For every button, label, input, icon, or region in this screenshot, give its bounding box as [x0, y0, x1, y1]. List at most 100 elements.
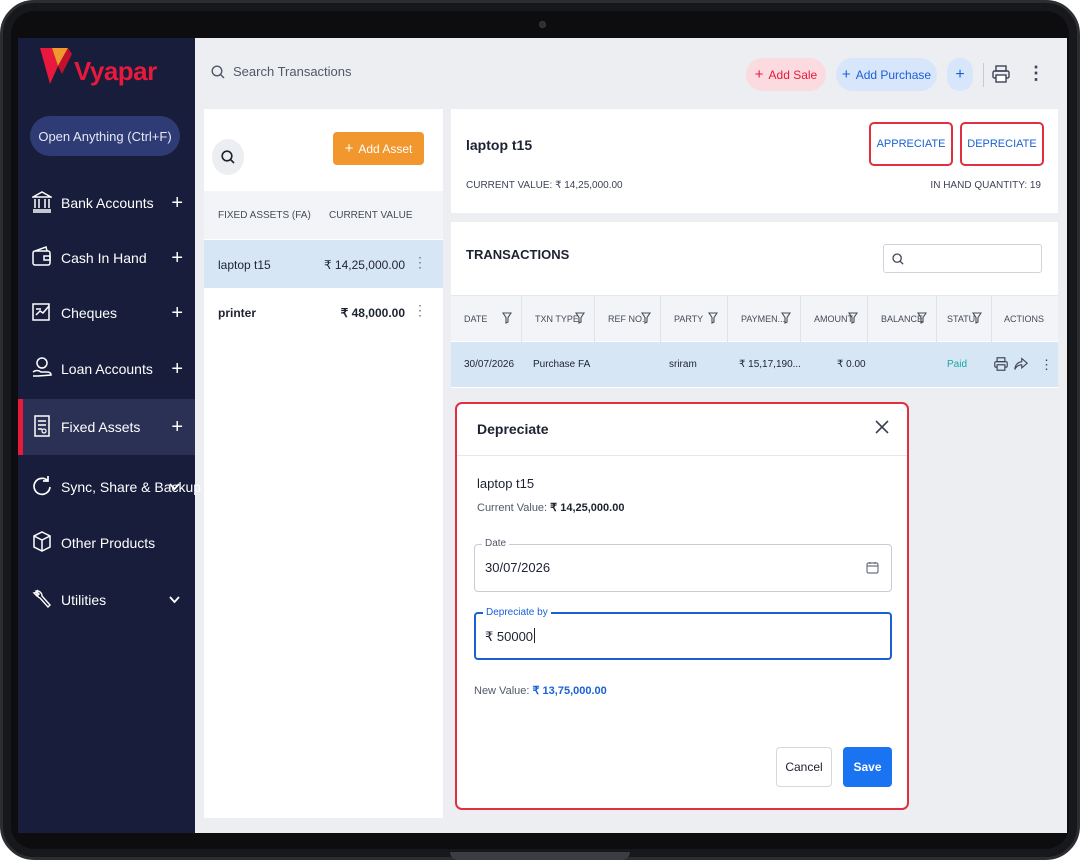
add-asset-label: Add Asset — [358, 141, 413, 156]
search-icon — [211, 64, 225, 78]
plus-icon: + — [754, 66, 764, 83]
current-value-text: CURRENT VALUE: ₹ 14,25,000.00 — [466, 180, 623, 191]
depreciate-by-value: ₹ 50000 — [485, 629, 534, 644]
add-purchase-label: Add Purchase — [855, 67, 932, 82]
date-label: Date — [482, 538, 510, 549]
sidebar-item-label: Bank Accounts — [61, 195, 154, 211]
search-transactions[interactable]: Search Transactions — [211, 64, 352, 79]
search-icon — [221, 150, 235, 164]
add-purchase-button[interactable]: + Add Purchase — [836, 58, 937, 91]
table-row[interactable]: 30/07/2026 Purchase FA sriram ₹ 15,17,19… — [451, 342, 1058, 387]
row-menu-icon[interactable]: ⋮ — [1040, 342, 1053, 387]
chevron-down-icon[interactable] — [169, 483, 180, 491]
current-value-amount: ₹ 14,25,000.00 — [550, 502, 625, 514]
close-icon[interactable] — [873, 418, 891, 436]
sidebar-item-sync-share-backup[interactable]: Sync, Share & Backup — [18, 459, 201, 515]
filter-icon[interactable] — [641, 312, 651, 324]
cell-date: 30/07/2026 — [464, 359, 515, 370]
sidebar-item-label: Loan Accounts — [61, 361, 153, 377]
more-options-icon[interactable]: ⋮ — [1027, 64, 1045, 82]
column-header-payment[interactable]: PAYMEN... — [728, 296, 801, 342]
sidebar-item-label: Utilities — [61, 592, 107, 608]
sidebar-item-label: Cheques — [61, 305, 118, 321]
top-bar: Search Transactions + Add Sale + Add Pur… — [195, 38, 1067, 110]
share-icon[interactable] — [1014, 357, 1028, 371]
filter-icon[interactable] — [502, 312, 512, 324]
print-icon[interactable] — [992, 65, 1010, 83]
camera — [539, 21, 546, 28]
asset-search-button[interactable] — [212, 139, 244, 175]
sidebar-item-loan-accounts[interactable]: Loan Accounts + — [18, 341, 195, 397]
cell-payment: ₹ 15,17,190... — [739, 359, 801, 370]
sidebar-item-label: Cash In Hand — [61, 250, 147, 266]
filter-icon[interactable] — [917, 312, 927, 324]
dialog-title: Depreciate — [477, 421, 549, 437]
add-icon[interactable]: + — [171, 358, 183, 381]
row-menu-icon[interactable]: ⋮ — [413, 254, 427, 271]
add-asset-button[interactable]: + Add Asset — [333, 132, 424, 165]
text-caret — [534, 628, 536, 643]
depreciate-by-label: Depreciate by — [483, 607, 551, 618]
row-menu-icon[interactable]: ⋮ — [413, 302, 427, 319]
asset-row[interactable]: printer ₹ 48,000.00 ⋮ — [204, 288, 443, 336]
add-icon[interactable]: + — [171, 247, 183, 270]
add-sale-button[interactable]: + Add Sale — [746, 58, 826, 91]
filter-icon[interactable] — [575, 312, 585, 324]
depreciate-by-input[interactable]: Depreciate by ₹ 50000 — [474, 607, 892, 660]
filter-icon[interactable] — [781, 312, 791, 324]
add-icon[interactable]: + — [171, 192, 183, 215]
transactions-search-input[interactable] — [883, 244, 1042, 273]
column-header-txn-type[interactable]: TXN TYPE — [522, 296, 595, 342]
new-value-text: New Value: ₹ 13,75,000.00 — [474, 684, 607, 697]
dialog-asset-name: laptop t15 — [477, 476, 535, 491]
calendar-icon[interactable] — [866, 561, 879, 574]
in-hand-quantity: IN HAND QUANTITY: 19 — [930, 180, 1041, 191]
cell-amount: ₹ 0.00 — [837, 359, 866, 370]
column-header-party[interactable]: PARTY — [661, 296, 728, 342]
appreciate-button[interactable]: APPRECIATE — [869, 122, 953, 166]
sidebar-item-cheques[interactable]: Cheques + — [18, 285, 195, 341]
column-header-balance[interactable]: BALANCE — [868, 296, 937, 342]
asset-row[interactable]: laptop t15 ₹ 14,25,000.00 ⋮ — [204, 240, 443, 288]
sidebar-item-label: Sync, Share & Backup — [61, 479, 202, 495]
add-icon[interactable]: + — [171, 416, 183, 439]
dialog-header: Depreciate — [457, 404, 907, 456]
sidebar-item-fixed-assets[interactable]: Fixed Assets + — [18, 399, 195, 455]
column-header-ref-no[interactable]: REF NO. — [595, 296, 661, 342]
asset-list-header: FIXED ASSETS (FA) CURRENT VALUE — [204, 191, 443, 239]
sidebar-item-other-products[interactable]: Other Products — [18, 515, 195, 571]
app-logo[interactable]: Vyapar — [38, 44, 178, 90]
sidebar: Vyapar Open Anything (Ctrl+F) Bank Accou… — [18, 38, 201, 833]
filter-icon[interactable] — [848, 312, 858, 324]
column-header-amount[interactable]: AMOUNT — [801, 296, 868, 342]
filter-icon[interactable] — [708, 312, 718, 324]
filter-icon[interactable] — [972, 312, 982, 324]
sync-icon — [33, 476, 51, 496]
add-more-button[interactable]: + — [947, 58, 973, 91]
app-screen: Vyapar Open Anything (Ctrl+F) Bank Accou… — [18, 38, 1067, 833]
chevron-down-icon[interactable] — [169, 596, 180, 604]
dialog-current-value: Current Value: ₹ 14,25,000.00 — [477, 501, 624, 514]
column-header-date[interactable]: DATE — [451, 296, 522, 342]
transactions-table-header: DATE TXN TYPE REF NO. PARTY PAYMEN... AM… — [451, 295, 1058, 342]
open-anything-button[interactable]: Open Anything (Ctrl+F) — [30, 116, 180, 156]
add-icon[interactable]: + — [171, 302, 183, 325]
asset-name: laptop t15 — [218, 258, 271, 272]
app-name: Vyapar — [74, 56, 157, 86]
sidebar-item-utilities[interactable]: Utilities — [18, 572, 195, 628]
depreciate-button[interactable]: DEPRECIATE — [960, 122, 1044, 166]
sidebar-item-bank-accounts[interactable]: Bank Accounts + — [18, 175, 195, 231]
cancel-button[interactable]: Cancel — [776, 747, 832, 787]
current-value-label: Current Value: — [477, 502, 548, 514]
save-button[interactable]: Save — [843, 747, 892, 787]
wallet-icon — [32, 246, 51, 266]
column-header-status[interactable]: STATU — [937, 296, 992, 342]
loan-icon — [32, 357, 52, 377]
fixed-assets-list-panel: + Add Asset FIXED ASSETS (FA) CURRENT VA… — [204, 109, 443, 818]
sidebar-item-label: Fixed Assets — [61, 419, 141, 435]
asset-detail-card: laptop t15 APPRECIATE DEPRECIATE — [451, 109, 1058, 213]
laptop-hinge — [450, 852, 630, 860]
print-icon[interactable] — [994, 357, 1008, 371]
date-field[interactable]: Date 30/07/2026 — [474, 538, 892, 592]
sidebar-item-cash-in-hand[interactable]: Cash In Hand + — [18, 230, 195, 286]
